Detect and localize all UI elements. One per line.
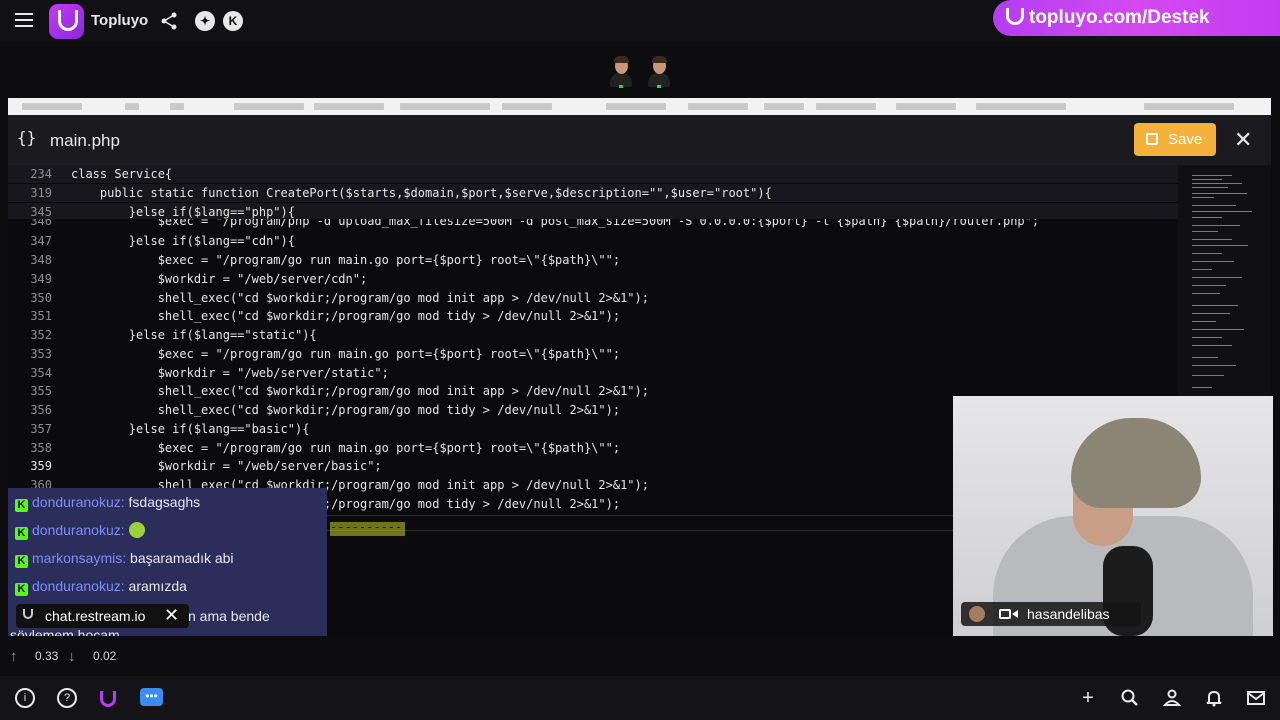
help-icon[interactable]: ? (57, 688, 77, 708)
chat-message: Kdonduranokuz: fsdagsaghs (15, 494, 200, 514)
save-label: Save (1168, 131, 1203, 148)
chat-icon[interactable]: ••• (140, 688, 163, 706)
streamer-name: hasandelibas (1027, 606, 1110, 622)
close-icon[interactable]: ✕ (164, 605, 179, 626)
kick-icon: K (15, 527, 28, 540)
highlighted-dashes: ---------- (330, 520, 403, 534)
participants (608, 56, 674, 90)
webcam-feed: hasandelibas (953, 396, 1273, 636)
bottom-bar: i ? ••• + (0, 676, 1280, 720)
add-icon[interactable]: + (1078, 688, 1098, 708)
file-type-icon: {} (17, 128, 37, 147)
menu-icon[interactable] (15, 13, 33, 27)
user-icon[interactable] (1162, 688, 1182, 708)
kick-icon: K (15, 499, 28, 512)
emote-icon (128, 522, 145, 538)
editor-header: {} main.php Save ✕ (8, 115, 1271, 165)
chat-message-partial: n ama bende (188, 608, 270, 624)
avatar (969, 606, 985, 622)
chat-message: Kdonduranokuz: aramızda (15, 578, 187, 598)
search-icon[interactable] (1120, 688, 1140, 708)
webcam-name-tag: hasandelibas (961, 602, 1141, 626)
code-line: 350 shell_exec("cd $workdir;/program/go … (30, 291, 649, 305)
code-line: 353 $exec = "/program/go run main.go por… (30, 347, 621, 361)
restream-url: chat.restream.io (45, 608, 146, 624)
participant-avatar[interactable] (608, 56, 634, 88)
download-rate: 0.02 (93, 649, 117, 663)
chat-message: Kdonduranokuz: (15, 522, 145, 542)
restream-icon (23, 609, 33, 619)
network-stats: ↑ 0.33 ↓ 0.02 (0, 640, 1280, 672)
chat-message-partial: söylemem hocam (10, 628, 120, 636)
save-icon (1146, 133, 1158, 145)
topluyo-logo[interactable] (49, 4, 84, 39)
chat-overlay: Kdonduranokuz: fsdagsaghs Kdonduranokuz:… (8, 488, 327, 636)
upload-arrow-icon: ↑ (10, 648, 18, 665)
save-button[interactable]: Save (1134, 123, 1216, 156)
info-icon[interactable]: i (15, 688, 35, 708)
kick-icon[interactable]: K (223, 11, 243, 31)
close-icon[interactable]: ✕ (1234, 127, 1252, 153)
code-line: 347 }else if($lang=="cdn"){ (30, 234, 295, 248)
topluyo-u-icon[interactable] (100, 691, 116, 707)
upload-rate: 0.33 (35, 649, 59, 663)
code-line: 346 $exec = "/program/php -d upload_max_… (30, 219, 1040, 228)
kick-icon: K (15, 555, 28, 568)
code-line: 234 class Service{ (8, 165, 1178, 183)
code-line: 354 $workdir = "/web/server/static"; (30, 366, 389, 380)
code-line: 352 }else if($lang=="static"){ (30, 328, 317, 342)
video-camera-icon (999, 609, 1011, 619)
bell-icon[interactable] (1204, 688, 1224, 708)
share-icon[interactable] (159, 11, 179, 31)
twitter-icon[interactable]: ✦ (195, 11, 215, 31)
code-line: 351 shell_exec("cd $workdir;/program/go … (30, 309, 621, 323)
background-browser-bar (8, 98, 1271, 115)
top-bar: Topluyo ✦ K topluyo.com/Destek (0, 0, 1280, 42)
topluyo-u-icon (1006, 8, 1024, 25)
code-line: 345 }else if($lang=="php"){ (8, 203, 1178, 219)
chat-message: Kmarkonsaymis: başaramadık abi (15, 550, 234, 570)
code-line: 319 public static function CreatePort($s… (8, 184, 1178, 202)
file-name: main.php (50, 131, 120, 150)
code-line: 349 $workdir = "/web/server/cdn"; (30, 272, 368, 286)
download-arrow-icon: ↓ (68, 648, 76, 665)
restream-tooltip: chat.restream.io ✕ (16, 604, 189, 628)
code-line: 348 $exec = "/program/go run main.go por… (30, 253, 621, 267)
support-banner[interactable]: topluyo.com/Destek (993, 0, 1280, 36)
brand-name[interactable]: Topluyo (91, 12, 148, 29)
kick-icon: K (15, 583, 28, 596)
participant-avatar[interactable] (646, 56, 672, 88)
banner-text: topluyo.com/Destek (1029, 7, 1210, 28)
mail-icon[interactable] (1246, 688, 1266, 708)
